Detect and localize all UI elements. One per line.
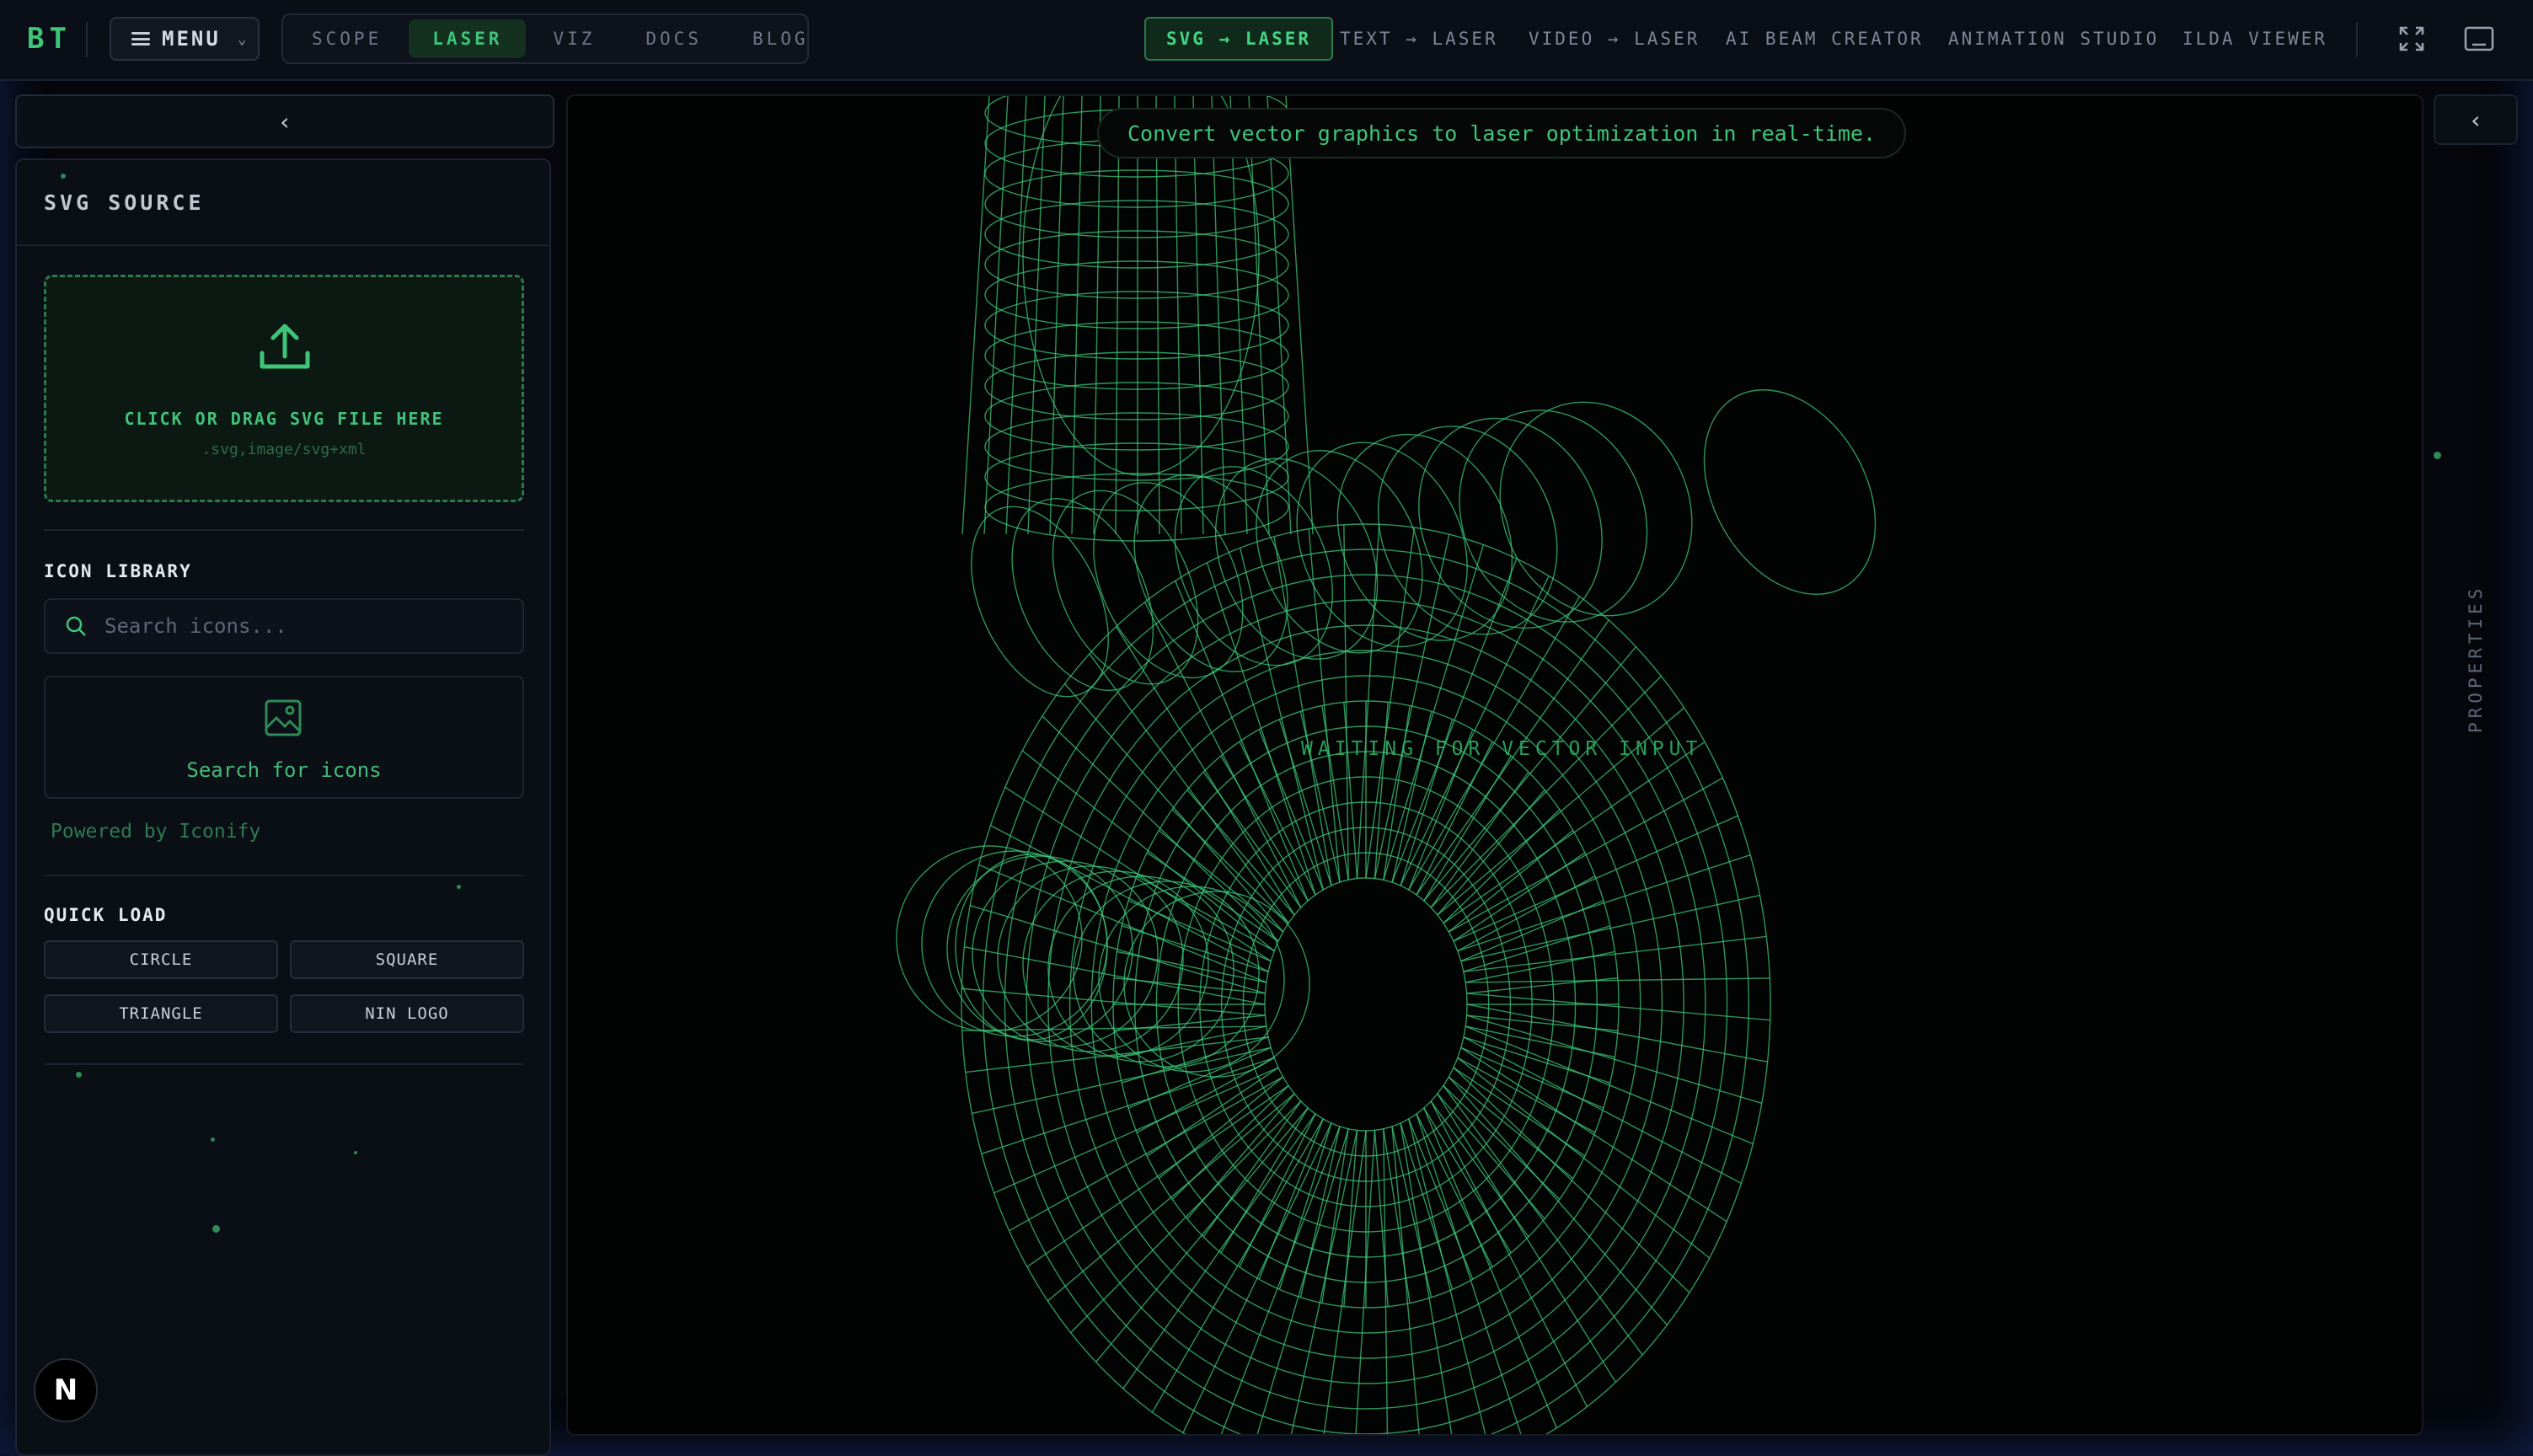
tab-docs[interactable]: DOCS [622,19,726,58]
particle [457,885,461,889]
dropzone-accept: .svg,image/svg+xml [201,441,367,458]
top-bar: BT MENU ⌄ SCOPE LASER VIZ DOCS BLOG SVG … [0,0,2533,81]
tool-animation-studio[interactable]: ANIMATION STUDIO [1948,17,2159,61]
tool-video-laser[interactable]: VIDEO → LASER [1529,17,1700,61]
icon-library-title: ICON LIBRARY [44,561,192,581]
fullscreen-icon[interactable] [2393,20,2430,57]
menu-label: MENU [162,27,221,51]
tool-ai-beam-creator[interactable]: AI BEAM CREATOR [1726,17,1924,61]
canvas-banner: Convert vector graphics to laser optimiz… [1097,108,1907,158]
tab-scope[interactable]: SCOPE [288,19,405,58]
tool-text-laser[interactable]: TEXT → LASER [1340,17,1498,61]
search-icon [66,616,86,636]
canvas-status: WAITING FOR VECTOR INPUT [1301,738,1703,760]
quick-load-nin-logo[interactable]: NIN LOGO [290,994,524,1033]
divider [2356,22,2358,57]
menu-button[interactable]: MENU ⌄ [110,17,260,61]
collapse-right-button[interactable]: ‹ [2434,94,2518,145]
wireframe-model [896,96,1877,1434]
divider [44,875,524,876]
panel-title: SVG SOURCE [44,190,205,215]
framework-badge[interactable]: N [34,1358,98,1422]
collapse-left-button[interactable]: ‹ [15,94,554,148]
svg-dropzone[interactable]: CLICK OR DRAG SVG FILE HERE .svg,image/s… [44,275,524,502]
divider [17,244,549,246]
upload-icon [257,319,313,378]
tool-svg-laser[interactable]: SVG → LASER [1144,17,1334,61]
particle [76,1072,82,1078]
particle [211,1138,215,1142]
particle [61,174,66,179]
dropzone-label: CLICK OR DRAG SVG FILE HERE [124,409,444,429]
svg-source-panel: SVG SOURCE CLICK OR DRAG SVG FILE HERE .… [15,158,551,1456]
tab-viz[interactable]: VIZ [529,19,619,58]
icon-search-input[interactable] [103,613,494,639]
particle [2434,452,2441,459]
image-icon [263,698,303,741]
icon-results-empty: Search for icons [186,758,382,782]
chevron-left-icon: ‹ [2468,105,2483,134]
quick-load-circle[interactable]: CIRCLE [44,940,278,979]
chevron-down-icon: ⌄ [237,29,249,48]
hamburger-icon [131,32,150,46]
powered-by-link[interactable]: Powered by Iconify [51,821,260,843]
quick-load-square[interactable]: SQUARE [290,940,524,979]
panel-icon[interactable] [2461,20,2498,57]
quick-load-triangle[interactable]: TRIANGLE [44,994,278,1033]
properties-panel-tab[interactable]: PROPERTIES [2466,585,2486,733]
icon-results: Search for icons [44,676,524,799]
quick-load-title: QUICK LOAD [44,905,168,925]
tab-blog[interactable]: BLOG [729,19,833,58]
tool-ilda-viewer[interactable]: ILDA VIEWER [2182,17,2327,61]
divider [44,529,524,531]
chevron-left-icon: ‹ [277,107,292,136]
app-logo[interactable]: BT [27,22,72,56]
laser-canvas[interactable]: Convert vector graphics to laser optimiz… [566,94,2423,1436]
particle [354,1151,357,1154]
divider [86,22,88,57]
main-nav: SCOPE LASER VIZ DOCS BLOG [281,13,809,64]
icon-search-field[interactable] [44,598,524,654]
divider [44,1063,524,1065]
tab-laser[interactable]: LASER [409,19,527,58]
particle [212,1225,220,1233]
